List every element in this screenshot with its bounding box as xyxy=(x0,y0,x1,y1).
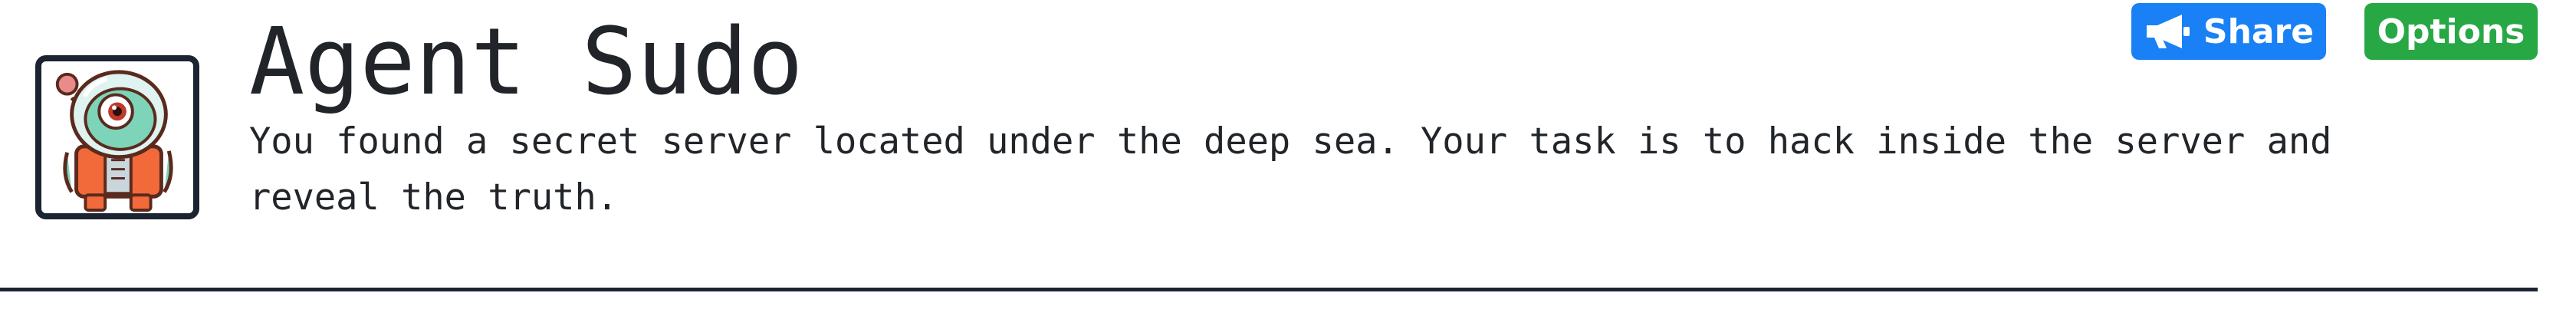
room-header: Agent Sudo You found a secret server loc… xyxy=(0,0,2576,316)
alien-astronaut-icon xyxy=(35,55,199,219)
share-button[interactable]: Share xyxy=(2131,3,2326,60)
megaphone-icon xyxy=(2146,15,2190,48)
options-button[interactable]: Options xyxy=(2364,3,2538,60)
room-title: Agent Sudo xyxy=(249,9,803,116)
options-button-label: Options xyxy=(2377,12,2525,51)
room-description: You found a secret server located under … xyxy=(249,120,2332,219)
share-button-label: Share xyxy=(2203,12,2315,51)
header-divider xyxy=(0,288,2538,291)
